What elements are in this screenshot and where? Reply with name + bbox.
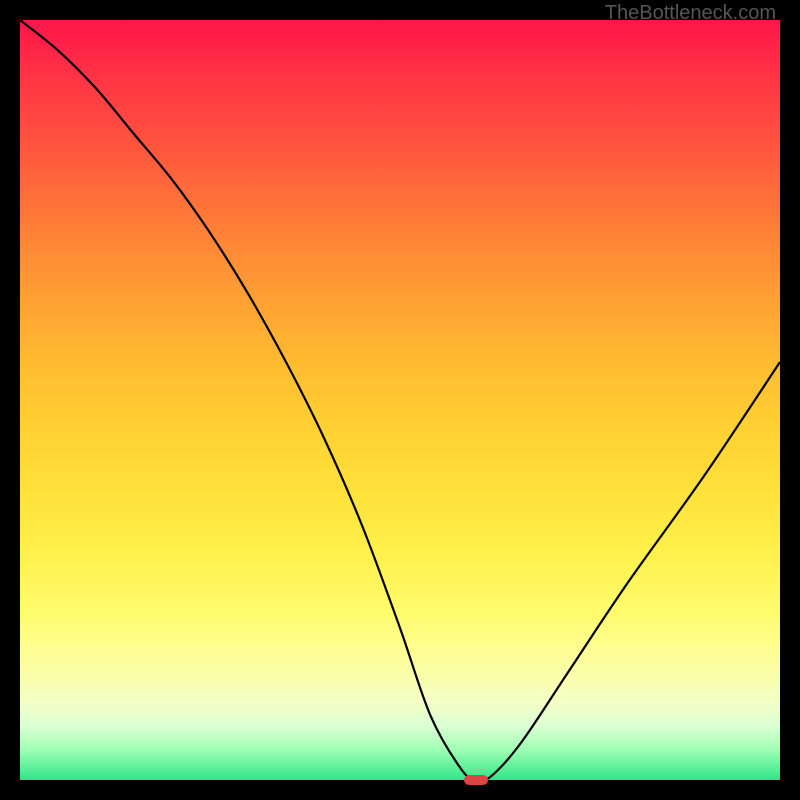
minimum-marker — [464, 775, 488, 785]
chart-svg — [20, 20, 780, 780]
chart-frame: TheBottleneck.com — [0, 0, 800, 800]
bottleneck-curve — [20, 20, 780, 781]
